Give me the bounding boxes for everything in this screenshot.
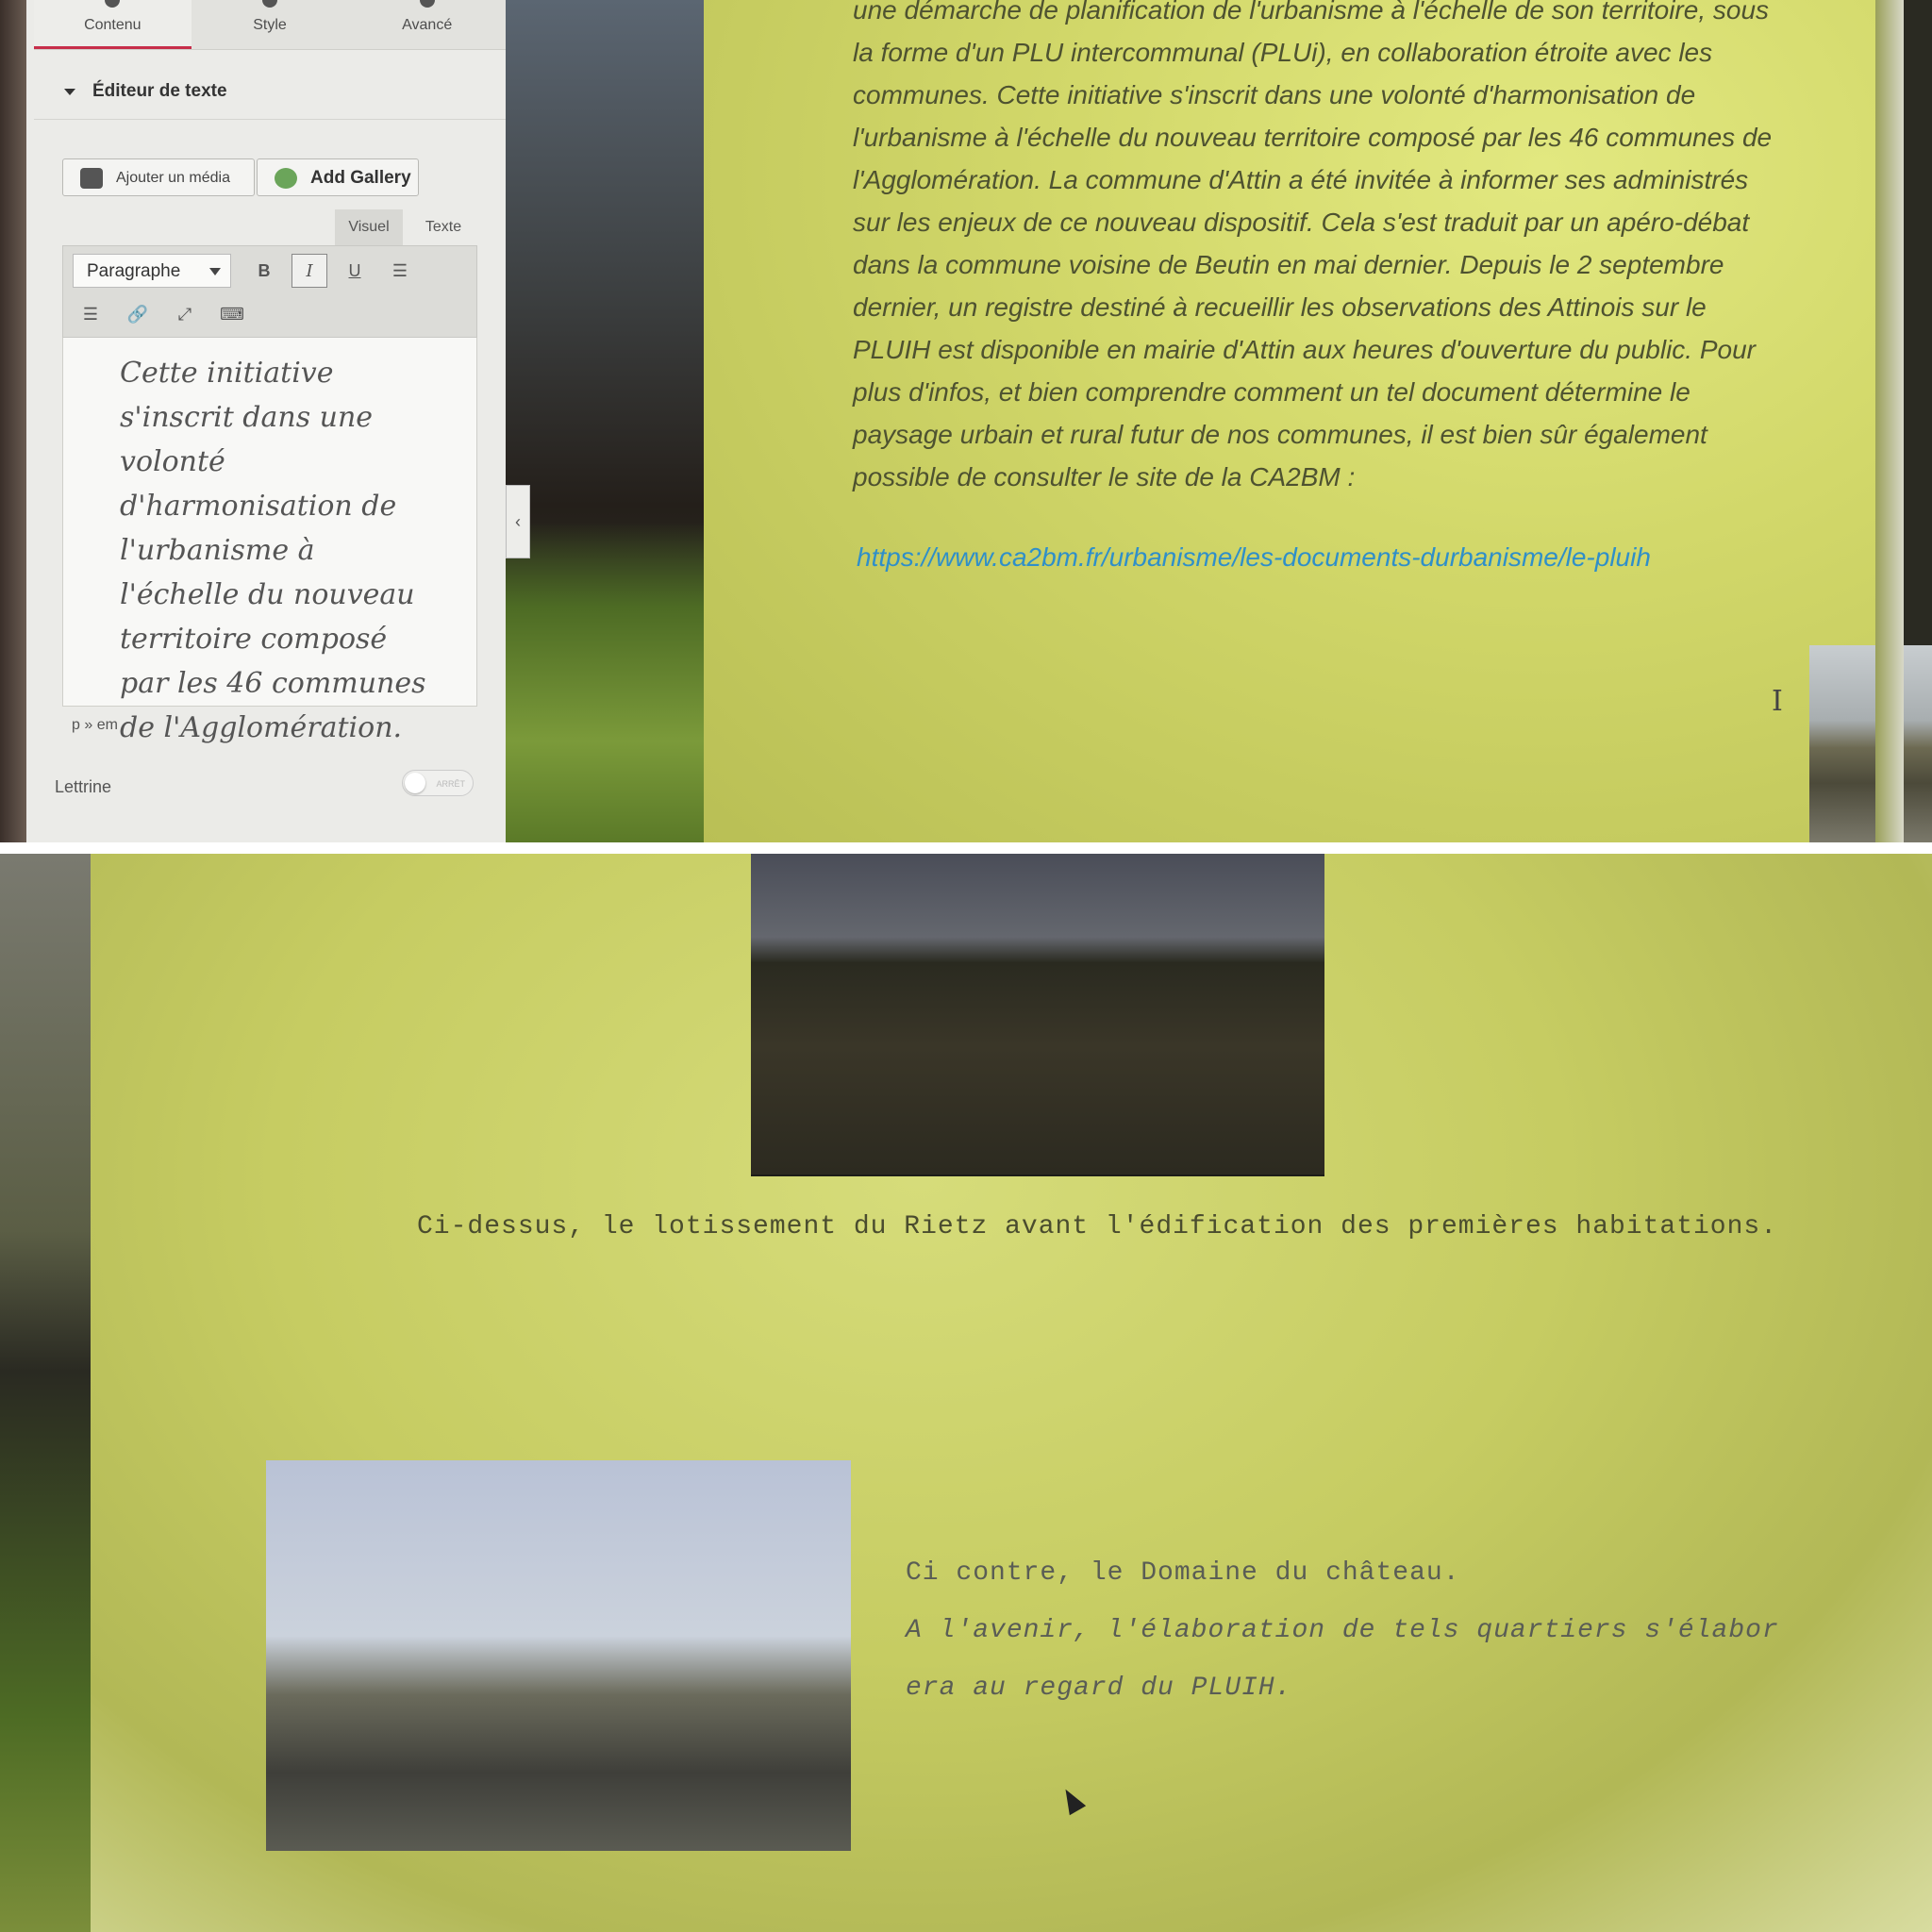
- ca2bm-link[interactable]: https://www.ca2bm.fr/urbanisme/les-docum…: [857, 542, 1651, 573]
- keyboard-icon[interactable]: ⌨: [214, 297, 250, 331]
- pencil-icon: [105, 0, 121, 8]
- editor-text[interactable]: Cette initiative s'inscrit dans une volo…: [120, 351, 431, 750]
- bold-button[interactable]: B: [246, 254, 282, 288]
- camera-music-icon: [80, 168, 103, 189]
- contrast-icon: [262, 0, 277, 8]
- landscape-edge: [0, 854, 91, 1932]
- add-media-button[interactable]: Ajouter un média: [62, 158, 255, 196]
- gallery-grid-icon: [275, 168, 297, 189]
- text-cursor-icon: I: [1772, 685, 1783, 718]
- screen-edge: [1875, 0, 1904, 842]
- tab-texte[interactable]: Texte: [406, 209, 481, 245]
- tab-visuel[interactable]: Visuel: [335, 209, 403, 245]
- article-body-text: une démarche de planification de l'urban…: [853, 0, 1773, 491]
- tab-contenu[interactable]: Contenu: [34, 0, 192, 49]
- domaine-houses-photo: [266, 1460, 851, 1851]
- editor-sidebar: Contenu Style Avancé Éditeur de texte Aj…: [0, 0, 507, 842]
- link-icon[interactable]: 🔗: [120, 297, 156, 331]
- tab-contenu-label: Contenu: [84, 17, 142, 33]
- page-preview-top: une démarche de planification de l'urban…: [704, 0, 1932, 842]
- dropdown-arrow-icon: [209, 268, 221, 275]
- caption-domaine: Ci contre, le Domaine du château. A l'av…: [906, 1544, 1811, 1717]
- numbered-list-icon[interactable]: ☰: [73, 297, 108, 331]
- editor-toolbar: Paragraphe B I U ☰ ☰ 🔗 ⤢ ⌨: [62, 245, 477, 338]
- panel-tabs: Contenu Style Avancé: [34, 0, 506, 50]
- caret-down-icon: [64, 89, 75, 95]
- top-screenshot: Contenu Style Avancé Éditeur de texte Aj…: [0, 0, 1932, 842]
- rietz-road-photo: [751, 854, 1324, 1176]
- screen-bezel: [0, 0, 26, 842]
- add-gallery-button[interactable]: Add Gallery: [257, 158, 419, 196]
- tab-style-label: Style: [253, 17, 287, 33]
- landscape-photo-strip: [506, 0, 704, 842]
- element-path: p » em: [72, 717, 118, 733]
- section-title: Éditeur de texte: [92, 81, 227, 101]
- lettrine-toggle-text: ARRÊT: [436, 779, 465, 789]
- caption-rietz: Ci-dessus, le lotissement du Rietz avant…: [417, 1212, 1778, 1241]
- bottom-screenshot: Ci-dessus, le lotissement du Rietz avant…: [0, 854, 1932, 1932]
- tab-avance[interactable]: Avancé: [348, 0, 506, 49]
- tab-style[interactable]: Style: [192, 0, 349, 49]
- italic-button[interactable]: I: [291, 254, 327, 288]
- editor-content-area[interactable]: Cette initiative s'inscrit dans une volo…: [62, 338, 477, 744]
- toggle-knob: [405, 773, 425, 793]
- chevron-left-icon[interactable]: ‹: [506, 485, 530, 558]
- format-select[interactable]: Paragraphe: [73, 254, 231, 288]
- lettrine-label: Lettrine: [55, 777, 112, 796]
- gear-icon: [419, 0, 435, 8]
- underline-button[interactable]: U: [337, 254, 373, 288]
- caption-domaine-line-1: Ci contre, le Domaine du château.: [906, 1558, 1460, 1588]
- add-gallery-label: Add Gallery: [310, 168, 411, 188]
- caption-domaine-line-2: A l'avenir, l'élaboration de tels quarti…: [906, 1616, 1779, 1645]
- caption-domaine-line-3: era au regard du PLUIH.: [906, 1674, 1292, 1703]
- fullscreen-icon[interactable]: ⤢: [167, 297, 203, 331]
- format-select-value: Paragraphe: [87, 261, 181, 281]
- road-photo-top: [1809, 645, 1932, 842]
- tab-avance-label: Avancé: [402, 17, 453, 33]
- bullet-list-icon[interactable]: ☰: [382, 254, 418, 288]
- lettrine-toggle[interactable]: ARRÊT: [402, 770, 474, 796]
- add-media-label: Ajouter un média: [116, 170, 230, 186]
- collage-divider: [0, 842, 1932, 854]
- section-header-text-editor[interactable]: Éditeur de texte: [34, 66, 506, 120]
